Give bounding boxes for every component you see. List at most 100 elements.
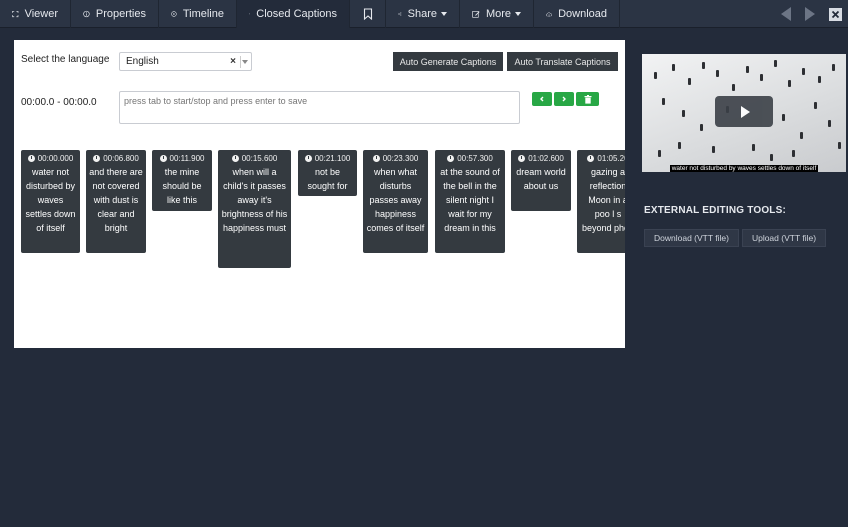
person-silhouette (732, 84, 735, 91)
person-silhouette (760, 74, 763, 81)
caption-text: when what disturbs passes away happiness… (366, 167, 425, 233)
top-toolbar: Viewer Properties Timeline CC Closed Cap… (0, 0, 848, 28)
caption-card[interactable]: 00:00.000 water not disturbed by waves s… (21, 150, 80, 253)
caption-card[interactable]: 01:05.20 gazing a reflection Moon in a p… (577, 150, 625, 253)
chevron-down-icon (515, 12, 521, 16)
clock-icon (231, 155, 239, 162)
person-silhouette (838, 142, 841, 149)
clear-selection-icon[interactable]: × (230, 56, 236, 67)
tab-properties-label: Properties (95, 8, 146, 20)
captions-panel: Select the language English × Auto Gener… (14, 40, 625, 348)
clock-icon (304, 155, 312, 162)
person-silhouette (654, 72, 657, 79)
timecode-range: 00:00.0 - 00:00.0 (21, 97, 97, 108)
clock-icon (93, 155, 101, 162)
svg-text:CC: CC (249, 13, 250, 14)
cloud-download-icon (546, 11, 552, 17)
caption-time: 00:06.800 (103, 154, 139, 163)
upload-vtt-button[interactable]: Upload (VTT file) (742, 229, 826, 247)
select-divider (240, 56, 241, 68)
person-silhouette (682, 110, 685, 117)
caption-time: 00:21.100 (314, 154, 351, 163)
tab-download-label: Download (558, 8, 607, 20)
auto-translate-captions-button[interactable]: Auto Translate Captions (507, 52, 618, 71)
person-silhouette (782, 114, 785, 121)
caption-card[interactable]: 00:11.900 the mine should be like this (152, 150, 212, 211)
download-vtt-button[interactable]: Download (VTT file) (644, 229, 739, 247)
person-silhouette (678, 142, 681, 149)
tab-more-label: More (485, 8, 511, 20)
person-silhouette (702, 62, 705, 69)
tab-viewer[interactable]: Viewer (0, 0, 71, 28)
previous-arrow-icon[interactable] (781, 7, 791, 21)
caption-card[interactable]: 00:57.300 at the sound of the bell in th… (435, 150, 505, 253)
person-silhouette (770, 154, 773, 161)
previous-caption-button[interactable] (532, 92, 552, 106)
caption-card[interactable]: 00:23.300 when what disturbs passes away… (363, 150, 428, 253)
close-icon (831, 10, 840, 18)
tab-closed-captions[interactable]: CC Closed Captions (237, 0, 350, 28)
person-silhouette (700, 124, 703, 131)
clock-icon (159, 155, 167, 162)
tab-share-label: Share (407, 8, 437, 20)
clock-icon (518, 155, 526, 162)
caption-text: and there are not covered with dust is c… (89, 167, 143, 233)
caption-card[interactable]: 01:02.600 dream world about us (511, 150, 571, 211)
person-silhouette (774, 60, 777, 67)
person-silhouette (792, 150, 795, 157)
clock-icon (372, 155, 380, 162)
chevron-down-icon (441, 12, 447, 16)
tab-more[interactable]: More (460, 0, 534, 28)
person-silhouette (658, 150, 661, 157)
expand-icon (12, 10, 19, 18)
person-silhouette (688, 78, 691, 85)
caption-time: 00:00.000 (37, 154, 74, 163)
close-button[interactable] (829, 7, 842, 21)
tab-timeline-label: Timeline (182, 8, 224, 20)
caption-card[interactable]: 00:15.600 when will a child's it passes … (218, 150, 291, 268)
chevron-down-icon[interactable] (242, 60, 248, 64)
clock-icon (27, 155, 35, 162)
caption-time: 00:15.600 (241, 154, 278, 163)
caption-text: not be sought for (307, 167, 348, 191)
cc-icon: CC (249, 13, 250, 15)
clock-icon (447, 155, 455, 162)
language-select[interactable]: English × (119, 52, 252, 71)
play-button[interactable] (715, 96, 773, 127)
tab-bookmark[interactable] (350, 0, 386, 28)
caption-time: 00:11.900 (169, 154, 205, 163)
caption-card[interactable]: 00:06.800 and there are not covered with… (86, 150, 146, 253)
next-caption-button[interactable] (554, 92, 574, 106)
next-arrow-icon[interactable] (805, 7, 815, 21)
caption-card[interactable]: 00:21.100 not be sought for (298, 150, 357, 196)
person-silhouette (832, 64, 835, 71)
tab-timeline[interactable]: Timeline (159, 0, 237, 28)
person-silhouette (814, 102, 817, 109)
caption-time: 00:23.300 (382, 154, 419, 163)
tab-properties[interactable]: Properties (71, 0, 159, 28)
caption-text: when will a child's it passes away it's … (221, 167, 288, 233)
person-silhouette (802, 68, 805, 75)
auto-generate-captions-button[interactable]: Auto Generate Captions (393, 52, 503, 71)
caption-text-input[interactable] (119, 91, 520, 124)
video-player[interactable]: water not disturbed by waves settles dow… (642, 54, 846, 172)
person-silhouette (716, 70, 719, 77)
tab-download[interactable]: Download (534, 0, 620, 28)
person-silhouette (828, 120, 831, 127)
person-silhouette (818, 76, 821, 83)
play-icon (741, 105, 750, 118)
person-silhouette (672, 64, 675, 71)
person-silhouette (800, 132, 803, 139)
delete-caption-button[interactable] (576, 92, 599, 106)
edit-icon (472, 11, 480, 18)
external-tools-title: EXTERNAL EDITING TOOLS: (644, 205, 787, 216)
caption-text: gazing a reflection Moon in a poo l s be… (581, 167, 625, 233)
tab-share[interactable]: Share (386, 0, 460, 28)
window-controls (781, 0, 848, 28)
share-icon (398, 12, 402, 16)
person-silhouette (788, 80, 791, 87)
caption-time: 00:57.300 (457, 154, 493, 163)
info-icon (83, 10, 90, 18)
video-subtitle: water not disturbed by waves settles dow… (642, 165, 846, 172)
person-silhouette (752, 144, 755, 151)
